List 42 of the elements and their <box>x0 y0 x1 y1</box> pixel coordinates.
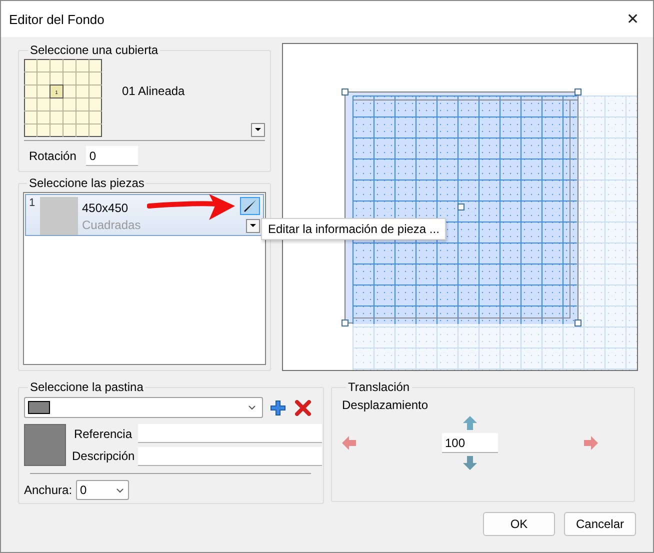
grout-dropdown[interactable] <box>24 397 263 418</box>
color-swatch <box>24 424 66 466</box>
description-field[interactable] <box>138 446 322 466</box>
piece-number: 1 <box>29 197 36 211</box>
cancel-button[interactable]: Cancelar <box>564 512 636 536</box>
reference-label: Referencia <box>72 426 132 441</box>
dropdown-button[interactable] <box>246 219 260 233</box>
width-label: Anchura: <box>24 483 72 497</box>
piece-size: 450x450 <box>82 201 130 215</box>
piece-item[interactable]: 1 450x450 Cuadradas <box>25 194 264 236</box>
width-dropdown[interactable]: 0 <box>76 480 130 500</box>
right-arrow-button[interactable] <box>583 435 599 451</box>
piece-thumbnail <box>40 197 78 235</box>
group-title: Seleccione las piezas <box>28 176 146 190</box>
close-button[interactable]: ✕ <box>613 1 653 37</box>
rotation-label: Rotación <box>29 149 76 163</box>
dropdown-arrow-icon <box>250 224 256 228</box>
rotation-field[interactable]: 0 <box>86 146 138 166</box>
deck-name: 01 Alineada <box>122 84 186 98</box>
up-arrow-button[interactable] <box>462 415 478 431</box>
left-arrow-button[interactable] <box>341 435 357 451</box>
edit-button[interactable] <box>240 197 260 215</box>
plus-icon <box>270 400 286 416</box>
group-title: Seleccione la pastina <box>29 380 144 394</box>
dropdown-button[interactable] <box>250 123 265 137</box>
offset-label: Desplazamiento <box>342 398 430 412</box>
dropdown-arrow-icon <box>254 128 261 132</box>
group-title: Translación <box>347 380 411 394</box>
piece-type: Cuadradas <box>82 218 142 232</box>
close-icon <box>295 400 311 416</box>
tooltip: Editar la información de pieza ... <box>261 218 446 240</box>
group-title: Seleccione una cubierta <box>29 43 160 57</box>
delete-button[interactable] <box>293 398 313 418</box>
down-arrow-button[interactable] <box>462 455 478 471</box>
brush-icon <box>242 199 257 213</box>
description-label: Descripción <box>72 449 132 464</box>
add-button[interactable] <box>268 398 288 418</box>
window-title: Editor del Fondo <box>9 12 104 26</box>
ok-button[interactable]: OK <box>483 512 555 536</box>
color-swatch <box>28 401 50 414</box>
offset-field[interactable]: 100 <box>442 433 498 453</box>
reference-field[interactable] <box>138 424 322 444</box>
